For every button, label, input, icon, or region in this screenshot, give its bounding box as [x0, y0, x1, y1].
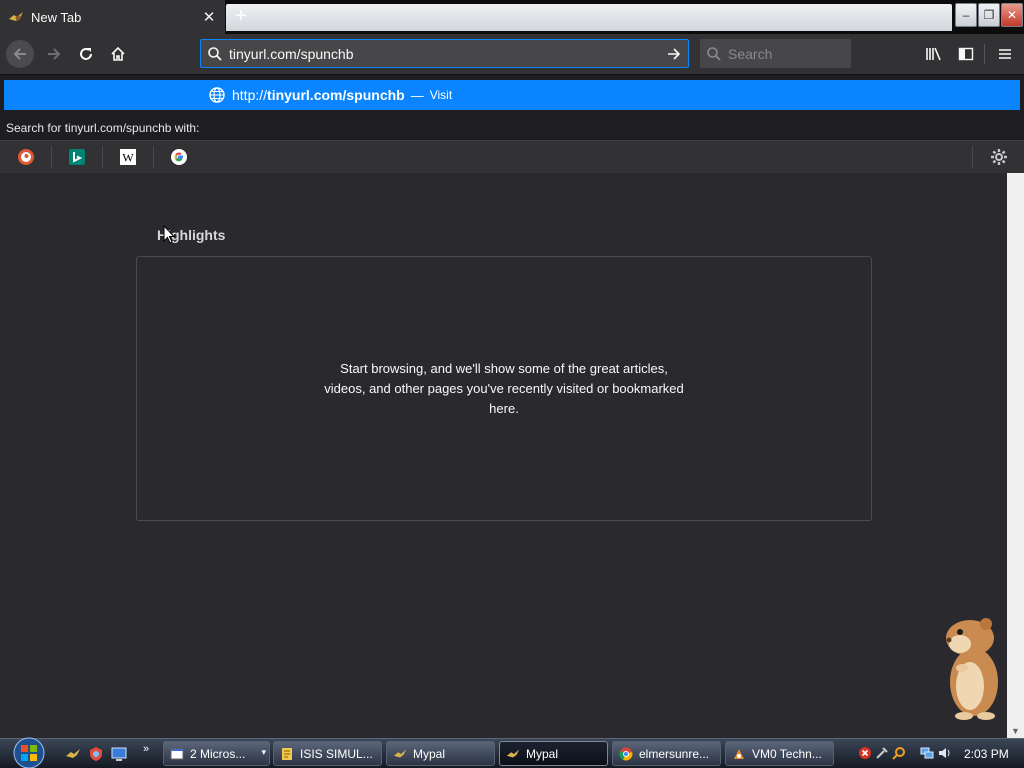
reload-button[interactable] — [72, 40, 100, 68]
windows-taskbar: » 2 Micros... ▾ ISIS SIMUL... Mypal Mypa… — [0, 737, 1024, 768]
back-button[interactable] — [6, 40, 34, 68]
engine-separator — [153, 146, 154, 168]
volume-icon[interactable] — [938, 746, 952, 760]
highlights-empty-message: Start browsing, and we'll show some of t… — [324, 360, 684, 416]
sidebar-icon — [958, 47, 974, 61]
url-domain: tinyurl.com/spunchb — [267, 87, 405, 103]
url-prefix: http:// — [232, 87, 268, 103]
autocomplete-url: http://tinyurl.com/spunchb — [232, 87, 405, 103]
isis-app-icon — [282, 747, 292, 760]
taskbar-button[interactable]: 2 Micros... ▾ — [163, 741, 270, 766]
engine-separator — [102, 146, 103, 168]
taskbar-button-label: Mypal — [413, 746, 446, 761]
home-icon — [111, 46, 125, 61]
one-off-search-engines: W — [0, 140, 1024, 174]
mypal-quicklaunch-icon[interactable] — [65, 746, 81, 762]
vm-app-icon — [734, 748, 744, 759]
tools-tray-icon[interactable] — [875, 746, 889, 760]
menu-button[interactable] — [991, 40, 1019, 68]
bing-icon[interactable] — [68, 148, 86, 166]
forward-arrow-icon — [48, 48, 61, 60]
hamburger-menu-icon — [999, 49, 1011, 59]
new-tab-page: Highlights Start browsing, and we'll sho… — [0, 173, 1007, 738]
search-icon — [201, 46, 229, 62]
back-arrow-icon — [13, 48, 26, 60]
search-with-label: Search for tinyurl.com/spunchb with: — [6, 121, 200, 135]
taskbar-button[interactable]: elmersunre... — [612, 741, 721, 766]
google-icon[interactable] — [170, 148, 188, 166]
highlights-empty-box: Start browsing, and we'll show some of t… — [136, 256, 872, 521]
globe-icon — [209, 87, 225, 103]
go-arrow-icon[interactable] — [660, 46, 688, 62]
mypal-app-icon — [393, 749, 407, 757]
autocomplete-action: Visit — [429, 88, 453, 102]
taskbar-button[interactable]: ISIS SIMUL... — [273, 741, 382, 766]
engine-separator — [51, 146, 52, 168]
taskbar-button-label: elmersunre... — [639, 746, 710, 761]
url-input[interactable] — [229, 45, 660, 62]
library-button[interactable] — [920, 40, 948, 68]
svg-text:W: W — [122, 151, 134, 165]
vertical-scrollbar[interactable]: ▼ — [1007, 173, 1024, 738]
taskbar-button-label: Mypal — [526, 746, 559, 761]
library-icon — [926, 47, 941, 61]
start-button[interactable] — [8, 737, 50, 768]
search-icon — [700, 46, 728, 62]
taskbar-button-active[interactable]: Mypal — [499, 741, 608, 766]
quicklaunch-overflow-chevron[interactable]: » — [143, 743, 149, 755]
wikipedia-icon[interactable]: W — [119, 148, 137, 166]
new-tab-button[interactable]: + — [229, 6, 253, 28]
forward-button[interactable] — [40, 40, 68, 68]
show-desktop-icon[interactable] — [111, 746, 127, 762]
mouse-cursor-icon — [163, 225, 175, 244]
taskbar-button[interactable]: Mypal — [386, 741, 495, 766]
mypal-favicon-icon — [9, 12, 23, 21]
taskbar-clock[interactable]: 2:03 PM — [964, 747, 1009, 761]
magnifier-tray-icon[interactable] — [892, 746, 906, 760]
title-bar: New Tab ✕ + ‒ ❐ ✕ — [0, 0, 1024, 34]
reload-icon — [80, 48, 92, 60]
taskbar-button-label: 2 Micros... — [190, 746, 246, 761]
engine-separator — [972, 146, 973, 168]
autocomplete-visit-row[interactable]: http://tinyurl.com/spunchb — Visit — [4, 80, 1020, 110]
taskbar-button-label: ISIS SIMUL... — [300, 746, 373, 761]
restore-button[interactable]: ❐ — [978, 3, 1000, 27]
tab-new-tab[interactable]: New Tab ✕ — [0, 0, 225, 34]
shield-quicklaunch-icon[interactable] — [88, 746, 104, 762]
network-icon[interactable] — [920, 746, 934, 760]
group-dropdown-arrow-icon: ▾ — [261, 747, 266, 757]
window-group-icon — [170, 748, 184, 759]
chrome-app-icon — [619, 747, 633, 760]
hamster-mascot-icon — [946, 618, 998, 720]
toolbar-separator — [984, 44, 985, 64]
tab-title: New Tab — [31, 9, 82, 25]
url-autocomplete-popup: http://tinyurl.com/spunchb — Visit Searc… — [0, 74, 1024, 174]
tab-strip — [226, 4, 952, 31]
mypal-app-icon — [506, 749, 520, 757]
tab-close-icon[interactable]: ✕ — [201, 8, 217, 26]
url-bar[interactable] — [200, 39, 689, 68]
close-window-button[interactable]: ✕ — [1001, 3, 1023, 27]
search-settings-gear-icon[interactable] — [989, 147, 1009, 167]
autocomplete-dash: — — [410, 87, 424, 103]
home-button[interactable] — [104, 40, 132, 68]
window-controls: ‒ ❐ ✕ — [954, 3, 1023, 27]
taskbar-button[interactable]: VM0 Techn... — [725, 741, 834, 766]
scroll-down-arrow-icon[interactable]: ▼ — [1011, 726, 1020, 736]
security-alert-icon[interactable] — [858, 746, 872, 760]
duckduckgo-icon[interactable] — [17, 148, 35, 166]
search-input[interactable] — [728, 45, 851, 62]
nav-toolbar — [0, 34, 1024, 74]
search-bar[interactable] — [700, 39, 851, 68]
taskbar-button-label: VM0 Techn... — [752, 746, 822, 761]
minimize-button[interactable]: ‒ — [955, 3, 977, 27]
sidebar-button[interactable] — [952, 40, 980, 68]
